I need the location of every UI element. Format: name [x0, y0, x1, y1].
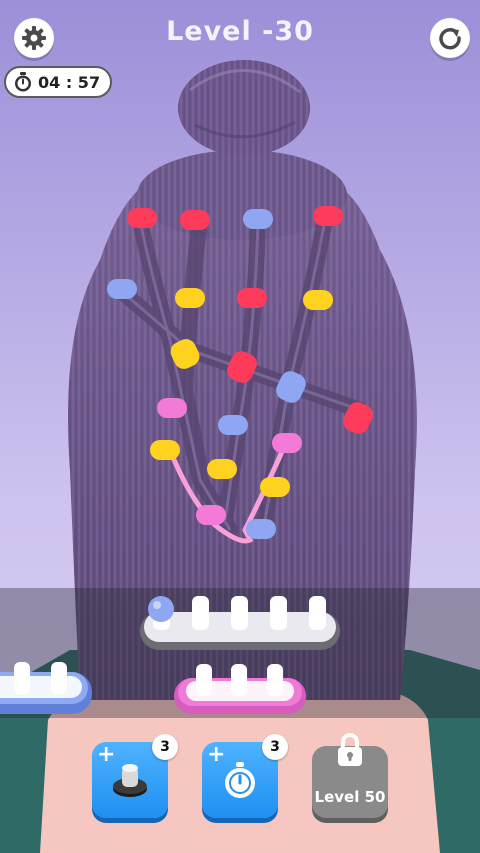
holder-peg[interactable]	[51, 662, 67, 694]
holder-peg[interactable]	[270, 596, 287, 630]
holder-peg[interactable]	[309, 596, 326, 630]
bead-pink[interactable]	[157, 398, 187, 418]
restart-button[interactable]	[430, 18, 470, 58]
bead-pink[interactable]	[196, 505, 226, 525]
timer: 04 : 57	[4, 66, 113, 98]
level-title: Level -30	[166, 16, 314, 47]
bead-blue[interactable]	[243, 209, 273, 229]
holder-peg[interactable]	[267, 664, 283, 696]
timer-value: 04 : 57	[38, 72, 101, 92]
bead-red[interactable]	[127, 208, 157, 228]
bead-blue-on-holder[interactable]	[148, 596, 174, 622]
time-booster-button[interactable]: + 3	[202, 734, 288, 818]
holder-peg[interactable]	[192, 596, 209, 630]
bead-yellow[interactable]	[150, 440, 180, 460]
game-scene	[0, 60, 480, 853]
lock-icon	[338, 733, 362, 766]
holder-main[interactable]	[140, 596, 340, 650]
holder-peg[interactable]	[196, 664, 212, 696]
bead-red[interactable]	[313, 206, 343, 226]
bead-yellow[interactable]	[175, 288, 205, 308]
bead-blue[interactable]	[246, 519, 276, 539]
bead-red[interactable]	[237, 288, 267, 308]
locked-level-label: Level 50	[314, 788, 386, 806]
peg-booster-button[interactable]: + 3	[92, 734, 178, 818]
bead-red[interactable]	[180, 210, 210, 230]
plus-icon: +	[97, 742, 116, 767]
booster-count-badge: 3	[152, 734, 178, 760]
holder-peg[interactable]	[231, 596, 248, 630]
bead-pink[interactable]	[272, 433, 302, 453]
holder-peg[interactable]	[14, 662, 30, 694]
bead-yellow[interactable]	[260, 477, 290, 497]
bead-yellow[interactable]	[303, 290, 333, 310]
plus-icon: +	[207, 742, 226, 767]
stopwatch-icon	[15, 72, 31, 92]
holder-peg[interactable]	[231, 664, 247, 696]
bead-blue[interactable]	[107, 279, 137, 299]
restart-icon	[439, 28, 461, 50]
locked-level-button[interactable]: Level 50	[312, 733, 388, 818]
booster-count-badge: 3	[262, 734, 288, 760]
bead-yellow[interactable]	[207, 459, 237, 479]
bead-blue[interactable]	[218, 415, 248, 435]
